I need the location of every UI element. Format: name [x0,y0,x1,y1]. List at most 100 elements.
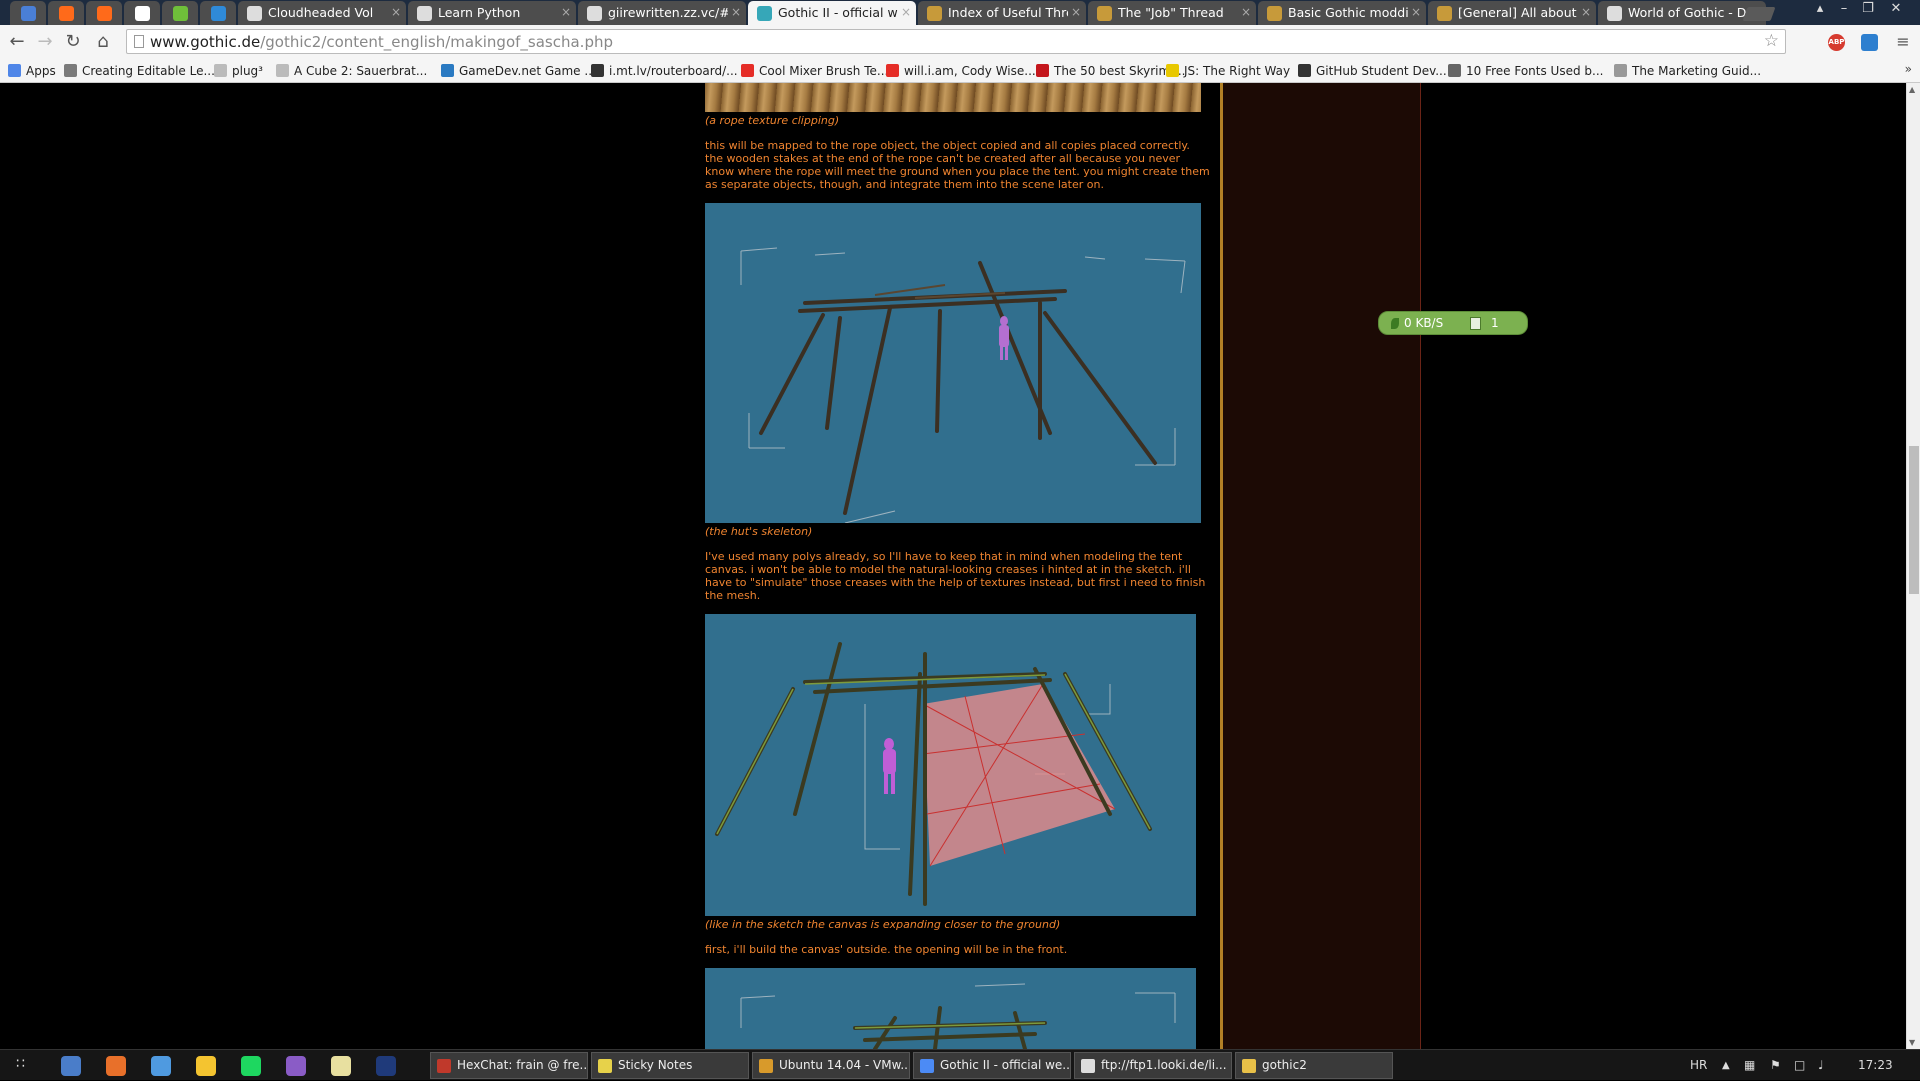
tray-expand-icon[interactable]: ▲ [1722,1050,1730,1081]
bookmark-label: JS: The Right Way [1184,64,1291,78]
notepad-icon[interactable] [331,1056,351,1076]
bookmark-item[interactable]: plug³ [214,62,263,80]
restore-button[interactable]: ❐ [1856,0,1880,18]
taskbar-task[interactable]: Gothic II - official we... [913,1052,1071,1079]
pinned-tab[interactable] [162,1,198,25]
page-icon [214,64,227,77]
tab-title: [General] All about sc [1458,5,1578,20]
tab-title: Basic Gothic moddin [1288,5,1408,20]
bookmarks-bar: Apps Creating Editable Le... plug³ A Cube 2… [0,59,1920,83]
tray-network-icon[interactable]: ▦ [1744,1050,1755,1081]
windows-start-icon[interactable]: ∷ [16,1056,36,1076]
network-monitor-widget[interactable]: 0 KB/S 1 [1378,311,1528,335]
pinned-tab[interactable] [200,1,236,25]
bookmark-item[interactable]: Cool Mixer Brush Te... [741,62,888,80]
pinned-tab[interactable] [86,1,122,25]
minimize-button[interactable]: – [1832,0,1856,18]
gothic-icon [757,6,772,21]
new-tab-button[interactable] [1742,7,1776,21]
bookmark-item[interactable]: i.mt.lv/routerboard/... [591,62,738,80]
bookmark-item[interactable]: Apps [8,62,56,80]
close-tab-icon[interactable]: × [731,1,741,24]
leaf-icon [1391,318,1399,329]
user-icon[interactable]: ▴ [1808,0,1832,18]
tab[interactable]: Learn Python × [408,1,576,25]
soundcloud-icon [97,6,112,21]
bookmark-item[interactable]: 10 Free Fonts Used b... [1448,62,1603,80]
pcgamer-icon [1036,64,1049,77]
bookmark-item[interactable]: The Marketing Guid... [1614,62,1761,80]
close-tab-icon[interactable]: × [1411,1,1421,24]
taskbar-task[interactable]: Ubuntu 14.04 - VMw... [752,1052,910,1079]
shield-icon[interactable] [196,1056,216,1076]
forward-arrow-icon[interactable]: → [34,31,56,53]
menu-hamburger-icon[interactable]: ≡ [1892,31,1914,53]
tray-display-icon[interactable]: □ [1794,1050,1805,1081]
close-tab-icon[interactable]: × [561,1,571,24]
spotify-icon[interactable] [241,1056,261,1076]
bookmark-item[interactable]: GameDev.net Game ... [441,62,596,80]
bookmark-item[interactable]: The 50 best Skyrim ... [1036,62,1185,80]
volume-icon[interactable]: ♩ [1818,1050,1824,1081]
blue-wave-icon [211,6,226,21]
tab[interactable]: giirewritten.zz.vc/# × [578,1,746,25]
paragraph-polys: I've used many polys already, so I'll ha… [705,550,1206,602]
taskbar-task[interactable]: gothic2 [1235,1052,1393,1079]
tab[interactable]: Basic Gothic moddin × [1258,1,1426,25]
scroll-up-icon[interactable]: ▲ [1909,85,1915,94]
paragraph-rope: this will be mapped to the rope object, … [705,139,1210,191]
tab[interactable]: Cloudheaded Vol × [238,1,406,25]
bookmark-v-icon [64,64,77,77]
firefox-icon[interactable] [106,1056,126,1076]
tab[interactable]: World of Gothic - Do× [1598,1,1766,25]
page-scrollbar[interactable]: ▲ ▼ [1906,83,1920,1049]
bookmark-label: will.i.am, Cody Wise... [904,64,1036,78]
tab[interactable]: [General] All about sc× [1428,1,1596,25]
pinned-tab[interactable] [48,1,84,25]
bookmark-label: i.mt.lv/routerboard/... [609,64,738,78]
language-indicator[interactable]: HR [1690,1050,1707,1081]
youtube-icon [741,64,754,77]
hut-skeleton-image [705,203,1201,523]
back-arrow-icon[interactable]: ← [6,31,28,53]
close-tab-icon[interactable]: × [901,1,911,24]
visual-studio-icon[interactable] [286,1056,306,1076]
scroll-down-icon[interactable]: ▼ [1909,1038,1915,1047]
close-window-button[interactable]: ✕ [1884,0,1908,18]
adblock-icon[interactable]: ABP [1828,34,1845,51]
pinned-tab[interactable] [124,1,160,25]
apps-grid-icon [8,64,21,77]
bookmark-item[interactable]: A Cube 2: Sauerbrat... [276,62,427,80]
photoshop-icon[interactable] [376,1056,396,1076]
taskbar-task[interactable]: Sticky Notes [591,1052,749,1079]
bookmark-item[interactable]: GitHub Student Dev... [1298,62,1447,80]
calculator-icon[interactable] [151,1056,171,1076]
clock[interactable]: 17:23 [1858,1050,1893,1081]
download-count: 1 [1491,316,1499,330]
tray-flag-icon[interactable]: ⚑ [1770,1050,1781,1081]
bookmark-item[interactable]: JS: The Right Way [1166,62,1290,80]
tab[interactable]: The "Job" Thread × [1088,1,1256,25]
close-tab-icon[interactable]: × [1071,1,1081,24]
close-tab-icon[interactable]: × [1581,1,1591,24]
pinned-tab[interactable] [10,1,46,25]
tools-icon[interactable] [61,1056,81,1076]
page-right-sidebar [1220,83,1421,1049]
tab[interactable]: Gothic II - official wel × [748,1,916,26]
taskbar-task[interactable]: ftp://ftp1.looki.de/li... [1074,1052,1232,1079]
close-tab-icon[interactable]: × [391,1,401,24]
home-icon[interactable]: ⌂ [92,31,114,53]
bookmark-item[interactable]: Creating Editable Le... [64,62,215,80]
close-tab-icon[interactable]: × [1241,1,1251,24]
scrollbar-thumb[interactable] [1909,446,1919,594]
url-text[interactable]: www.gothic.de/gothic2/content_english/ma… [150,33,613,51]
taskbar-task[interactable]: HexChat: frain @ fre... [430,1052,588,1079]
tab[interactable]: Index of Useful Threa × [918,1,1086,25]
bookmark-label: The Marketing Guid... [1632,64,1762,78]
reload-icon[interactable]: ↻ [62,31,84,53]
bookmark-star-icon[interactable]: ☆ [1764,31,1779,51]
address-bar[interactable]: www.gothic.de/gothic2/content_english/ma… [126,29,1786,54]
stats-icon[interactable] [1861,34,1878,51]
bookmarks-overflow-icon[interactable]: » [1905,62,1912,76]
bookmark-item[interactable]: will.i.am, Cody Wise... [886,62,1036,80]
